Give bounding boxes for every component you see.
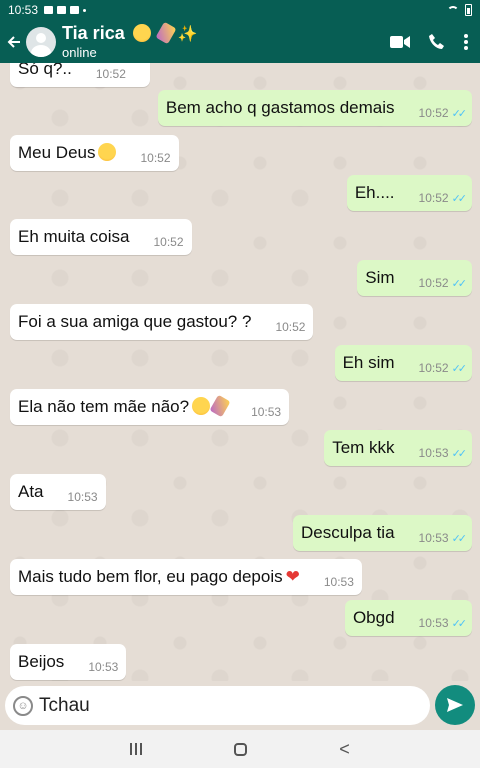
nav-back-icon[interactable]: < xyxy=(339,740,350,758)
flushed-emoji-icon xyxy=(192,397,211,415)
contact-status: online xyxy=(62,45,97,60)
message-time: 10:52 xyxy=(418,191,449,205)
message-text: Foi a sua amiga que gastou? ? xyxy=(18,312,252,331)
message-bubble-incoming[interactable]: Beijos 10:53 xyxy=(10,644,127,680)
message-text: Ela não tem mãe não? xyxy=(18,397,190,416)
more-vert-icon[interactable] xyxy=(464,33,468,50)
contact-name-text: Tia rica xyxy=(62,23,125,43)
message-text: Eh sim xyxy=(342,353,395,372)
read-ticks-icon: ✓✓ xyxy=(451,362,468,375)
phone-icon[interactable] xyxy=(428,33,446,51)
back-arrow-icon[interactable] xyxy=(2,20,26,63)
message-bubble-incoming[interactable]: Foi a sua amiga que gastou? ? 10:52 xyxy=(10,304,314,340)
message-input-value[interactable]: Tchau xyxy=(39,695,90,717)
system-nav-bar: < xyxy=(0,730,480,768)
read-ticks-icon: ✓✓ xyxy=(451,617,468,630)
message-bubble-incoming[interactable]: Mais tudo bem flor, eu pago depois ❤ 10:… xyxy=(10,559,362,595)
sparkles-emoji-icon: ✨ xyxy=(177,26,198,43)
message-time: 10:53 xyxy=(418,616,449,630)
message-text: Ata xyxy=(18,482,44,501)
message-text: Obgd xyxy=(352,608,395,627)
chat-header: Tia rica ✨ online xyxy=(0,20,480,63)
notification-icons xyxy=(44,6,87,14)
message-bubble-outgoing[interactable]: Bem acho q gastamos demais 10:52 ✓✓ xyxy=(157,90,472,126)
emoji-icon[interactable]: ☺ xyxy=(13,695,33,716)
message-text: Tem kkk xyxy=(332,438,395,457)
message-text: Mais tudo bem flor, eu pago depois xyxy=(18,567,283,586)
message-bubble-outgoing[interactable]: Obgd 10:53 ✓✓ xyxy=(344,600,472,636)
notification-icon xyxy=(44,6,54,14)
message-time: 10:52 xyxy=(418,361,449,375)
contact-name: Tia rica ✨ xyxy=(62,21,198,45)
message-text: Só q?.. xyxy=(18,63,72,78)
message-text: Meu Deus xyxy=(18,143,96,162)
message-time: 10:53 xyxy=(67,490,98,504)
nail-polish-emoji-icon xyxy=(155,21,177,45)
message-bubble-outgoing[interactable]: Eh sim 10:52 ✓✓ xyxy=(334,345,472,381)
nail-polish-emoji-icon xyxy=(209,394,231,418)
message-bubble-incoming[interactable]: Ata 10:53 xyxy=(10,474,106,510)
message-bubble-incoming[interactable]: Só q?.. 10:52 xyxy=(10,63,150,87)
message-bubble-outgoing[interactable]: Desculpa tia 10:53 ✓✓ xyxy=(292,515,472,551)
contact-info[interactable]: Tia rica ✨ online xyxy=(62,21,198,60)
chat-area[interactable]: Só q?.. 10:52 Bem acho q gastamos demais… xyxy=(0,63,480,681)
read-ticks-icon: ✓✓ xyxy=(451,532,468,545)
message-text: Bem acho q gastamos demais xyxy=(165,98,395,117)
recent-apps-icon[interactable] xyxy=(130,743,143,755)
message-time: 10:52 xyxy=(140,151,171,165)
message-text: Sim xyxy=(365,268,395,287)
message-bubble-incoming[interactable]: Eh muita coisa 10:52 xyxy=(10,219,192,255)
message-time: 10:52 xyxy=(275,320,306,334)
read-ticks-icon: ✓✓ xyxy=(451,277,468,290)
red-heart-emoji-icon: ❤ xyxy=(285,567,300,586)
message-time: 10:52 xyxy=(418,106,449,120)
read-ticks-icon: ✓✓ xyxy=(451,107,468,120)
send-button[interactable] xyxy=(435,685,475,725)
message-time: 10:52 xyxy=(153,235,184,249)
notification-icon xyxy=(70,6,80,14)
wifi-icon xyxy=(447,5,459,15)
message-time: 10:53 xyxy=(323,575,354,589)
message-time: 10:52 xyxy=(95,67,126,81)
composer-bar: ☺ Tchau xyxy=(0,681,480,730)
status-bar: 10:53 xyxy=(0,0,480,20)
message-bubble-outgoing[interactable]: Sim 10:52 ✓✓ xyxy=(357,260,472,296)
send-icon xyxy=(447,698,463,712)
message-time: 10:53 xyxy=(251,405,282,419)
more-notifications-icon xyxy=(83,8,87,12)
message-time: 10:53 xyxy=(418,531,449,545)
notification-icon xyxy=(57,6,67,14)
flushed-emoji-icon xyxy=(98,143,117,161)
message-bubble-outgoing[interactable]: Tem kkk 10:53 ✓✓ xyxy=(324,430,472,466)
message-text: Eh muita coisa xyxy=(18,227,130,246)
video-call-icon[interactable] xyxy=(390,35,410,49)
status-time: 10:53 xyxy=(8,3,39,17)
message-time: 10:52 xyxy=(418,276,449,290)
battery-icon xyxy=(465,4,472,16)
home-icon[interactable] xyxy=(234,742,248,756)
message-time: 10:53 xyxy=(418,446,449,460)
message-input[interactable]: ☺ Tchau xyxy=(5,686,430,725)
read-ticks-icon: ✓✓ xyxy=(451,192,468,205)
message-bubble-incoming[interactable]: Ela não tem mãe não? 10:53 xyxy=(10,389,290,425)
avatar[interactable] xyxy=(26,26,56,57)
message-text: Beijos xyxy=(18,652,65,671)
money-mouth-emoji-icon xyxy=(132,24,151,42)
message-time: 10:53 xyxy=(88,660,119,674)
message-bubble-incoming[interactable]: Meu Deus 10:52 xyxy=(10,135,179,171)
message-text: Eh.... xyxy=(354,183,395,202)
message-bubble-outgoing[interactable]: Eh.... 10:52 ✓✓ xyxy=(346,175,472,211)
message-text: Desculpa tia xyxy=(300,523,395,542)
read-ticks-icon: ✓✓ xyxy=(451,447,468,460)
